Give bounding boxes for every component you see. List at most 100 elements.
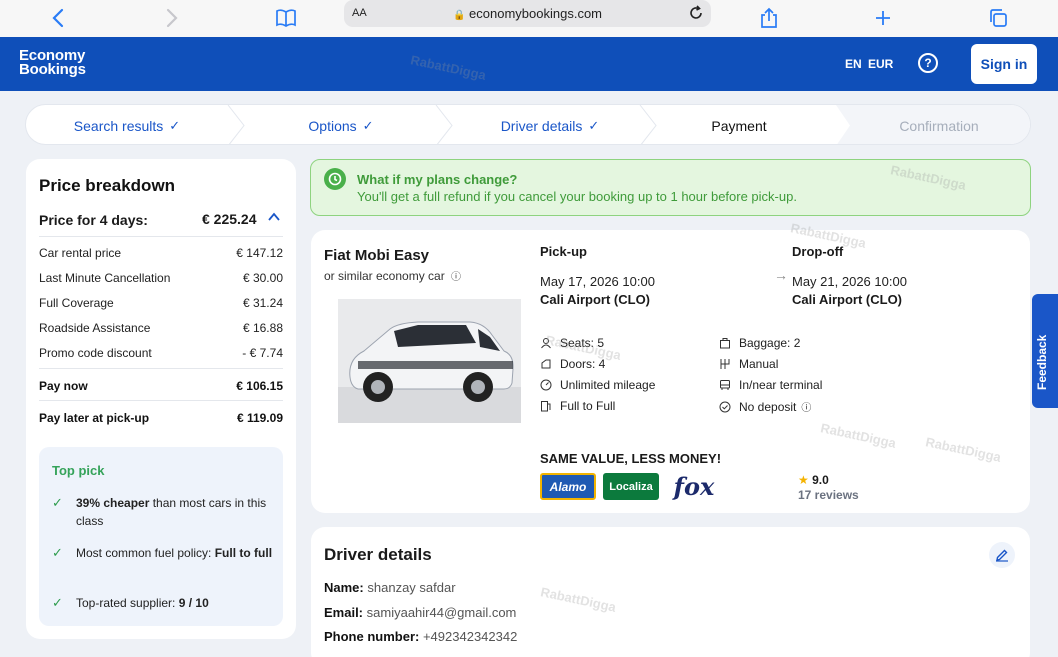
browser-toolbar: AA 🔒 economybookings.com — [0, 0, 1058, 37]
top-pick-text: Most common fuel policy: — [76, 546, 215, 560]
step-search-results[interactable]: Search results ✓ — [26, 105, 228, 144]
price-breakdown-title: Price breakdown — [39, 176, 176, 195]
lock-icon: 🔒 — [452, 10, 466, 21]
pay-later-value: € 119.09 — [236, 411, 283, 425]
dropoff-location: Cali Airport (CLO) — [792, 292, 903, 307]
car-image — [338, 299, 521, 423]
info-icon[interactable]: ⓘ — [801, 399, 811, 414]
price-row-value: € 147.12 — [236, 246, 283, 260]
top-pick-text: Top-rated supplier: — [76, 596, 179, 610]
step-label: Options — [308, 117, 357, 134]
feature-text: Seats: 5 — [560, 336, 605, 350]
currency-selector[interactable]: EUR — [868, 57, 893, 71]
price-row-label: Full Coverage — [39, 296, 114, 310]
fox-logo: fox — [666, 472, 722, 501]
check-icon: ✓ — [169, 117, 181, 133]
car-similar-text: or similar economy car — [324, 269, 445, 283]
driver-phone-row: Phone number: +492342342342 — [324, 629, 517, 644]
brand-name: fox — [673, 472, 715, 501]
dropoff-label: Drop-off — [792, 244, 844, 259]
bookmarks-icon[interactable] — [272, 4, 300, 32]
feature-text: In/near terminal — [739, 378, 823, 392]
logo-line2: Bookings — [19, 61, 86, 78]
reviews-count[interactable]: 17 reviews — [798, 488, 859, 502]
rating-value: 9.0 — [812, 473, 829, 487]
clock-icon — [324, 168, 346, 190]
pay-now-label: Pay now — [39, 379, 88, 393]
speedometer-icon — [540, 379, 552, 391]
tabs-icon[interactable] — [984, 4, 1012, 32]
alamo-logo: Alamo — [540, 473, 596, 500]
car-name: Fiat Mobi Easy — [324, 247, 430, 264]
step-driver-details[interactable]: Driver details ✓ — [454, 105, 646, 144]
pickup-location: Cali Airport (CLO) — [540, 292, 651, 307]
check-icon: ✓ — [52, 545, 63, 560]
value-title: SAME VALUE, LESS MONEY! — [540, 451, 722, 466]
refund-text: You'll get a full refund if you cancel y… — [357, 189, 797, 204]
new-tab-icon[interactable] — [869, 4, 897, 32]
feedback-tab[interactable]: Feedback — [1032, 294, 1058, 408]
collapse-chevron-icon[interactable] — [268, 211, 280, 225]
rating: ★ 9.0 — [798, 473, 829, 487]
feature-seats: Seats: 5 — [540, 336, 604, 350]
arrow-right-icon: → — [774, 267, 788, 283]
back-icon[interactable] — [44, 4, 72, 32]
step-label: Confirmation — [899, 117, 979, 134]
logo[interactable]: Economy Bookings — [19, 48, 86, 78]
car-card: Fiat Mobi Easy or similar economy car ⓘ … — [311, 230, 1030, 513]
pay-now-value: € 106.15 — [236, 379, 283, 393]
refund-title: What if my plans change? — [357, 172, 518, 187]
feature-text: Manual — [739, 357, 779, 371]
refund-banner: What if my plans change? You'll get a fu… — [310, 159, 1031, 216]
pay-later-label: Pay later at pick-up — [39, 411, 150, 425]
top-pick-highlight: 9 / 10 — [178, 596, 209, 610]
step-label: Driver details — [500, 117, 583, 134]
gearshift-icon — [719, 358, 731, 370]
url-bar[interactable]: AA 🔒 economybookings.com — [344, 0, 711, 27]
feature-deposit: No deposit ⓘ — [719, 399, 811, 414]
top-pick-item: ✓ 39% cheaper than most cars in this cla… — [52, 494, 274, 530]
car-similar: or similar economy car ⓘ — [324, 268, 461, 283]
step-divider — [435, 105, 453, 144]
dropoff-date: May 21, 2026 10:00 — [792, 274, 907, 289]
step-payment: Payment — [654, 105, 824, 144]
pickup-date: May 17, 2026 10:00 — [540, 274, 655, 289]
brand-name: Alamo — [549, 479, 587, 494]
price-row: Promo code discount - € 7.74 — [39, 346, 283, 360]
info-icon[interactable]: ⓘ — [451, 272, 461, 283]
driver-details-title: Driver details — [324, 545, 432, 564]
pay-now-row: Pay now € 106.15 — [39, 379, 283, 393]
feature-mileage: Unlimited mileage — [540, 378, 655, 392]
step-divider — [227, 105, 245, 144]
step-options[interactable]: Options ✓ — [246, 105, 436, 144]
price-row: Car rental price € 147.12 — [39, 246, 283, 260]
price-row-label: Promo code discount — [39, 346, 152, 360]
top-pick-box: Top pick ✓ 39% cheaper than most cars in… — [39, 447, 283, 626]
sign-in-button[interactable]: Sign in — [971, 44, 1037, 84]
driver-email-value: samiyaahir44@gmail.com — [366, 605, 517, 620]
price-row-label: Roadside Assistance — [39, 321, 151, 335]
price-total-label: Price for 4 days: — [39, 212, 148, 228]
star-icon: ★ — [798, 473, 809, 487]
language-selector[interactable]: EN — [845, 57, 862, 71]
top-pick-highlight: 39% cheaper — [76, 496, 150, 510]
feedback-label: Feedback — [1035, 334, 1049, 390]
reload-icon[interactable] — [685, 2, 707, 24]
pickup-label: Pick-up — [540, 244, 587, 259]
top-pick-highlight: Full to full — [214, 546, 273, 560]
feature-terminal: In/near terminal — [719, 378, 822, 392]
feature-baggage: Baggage: 2 — [719, 336, 800, 350]
top-pick-item: ✓ Most common fuel policy: Full to full — [52, 544, 274, 562]
driver-phone-value: +492342342342 — [422, 629, 518, 644]
check-circle-icon — [719, 401, 731, 413]
price-row-value: € 31.24 — [242, 296, 283, 310]
step-label: Search results — [73, 117, 164, 134]
feature-transmission: Manual — [719, 357, 778, 371]
share-icon[interactable] — [755, 4, 783, 32]
forward-icon[interactable] — [158, 4, 186, 32]
help-icon[interactable]: ? — [918, 53, 938, 73]
check-icon: ✓ — [588, 117, 600, 133]
door-icon — [540, 358, 552, 370]
divider — [39, 236, 283, 237]
edit-icon[interactable] — [989, 542, 1015, 568]
